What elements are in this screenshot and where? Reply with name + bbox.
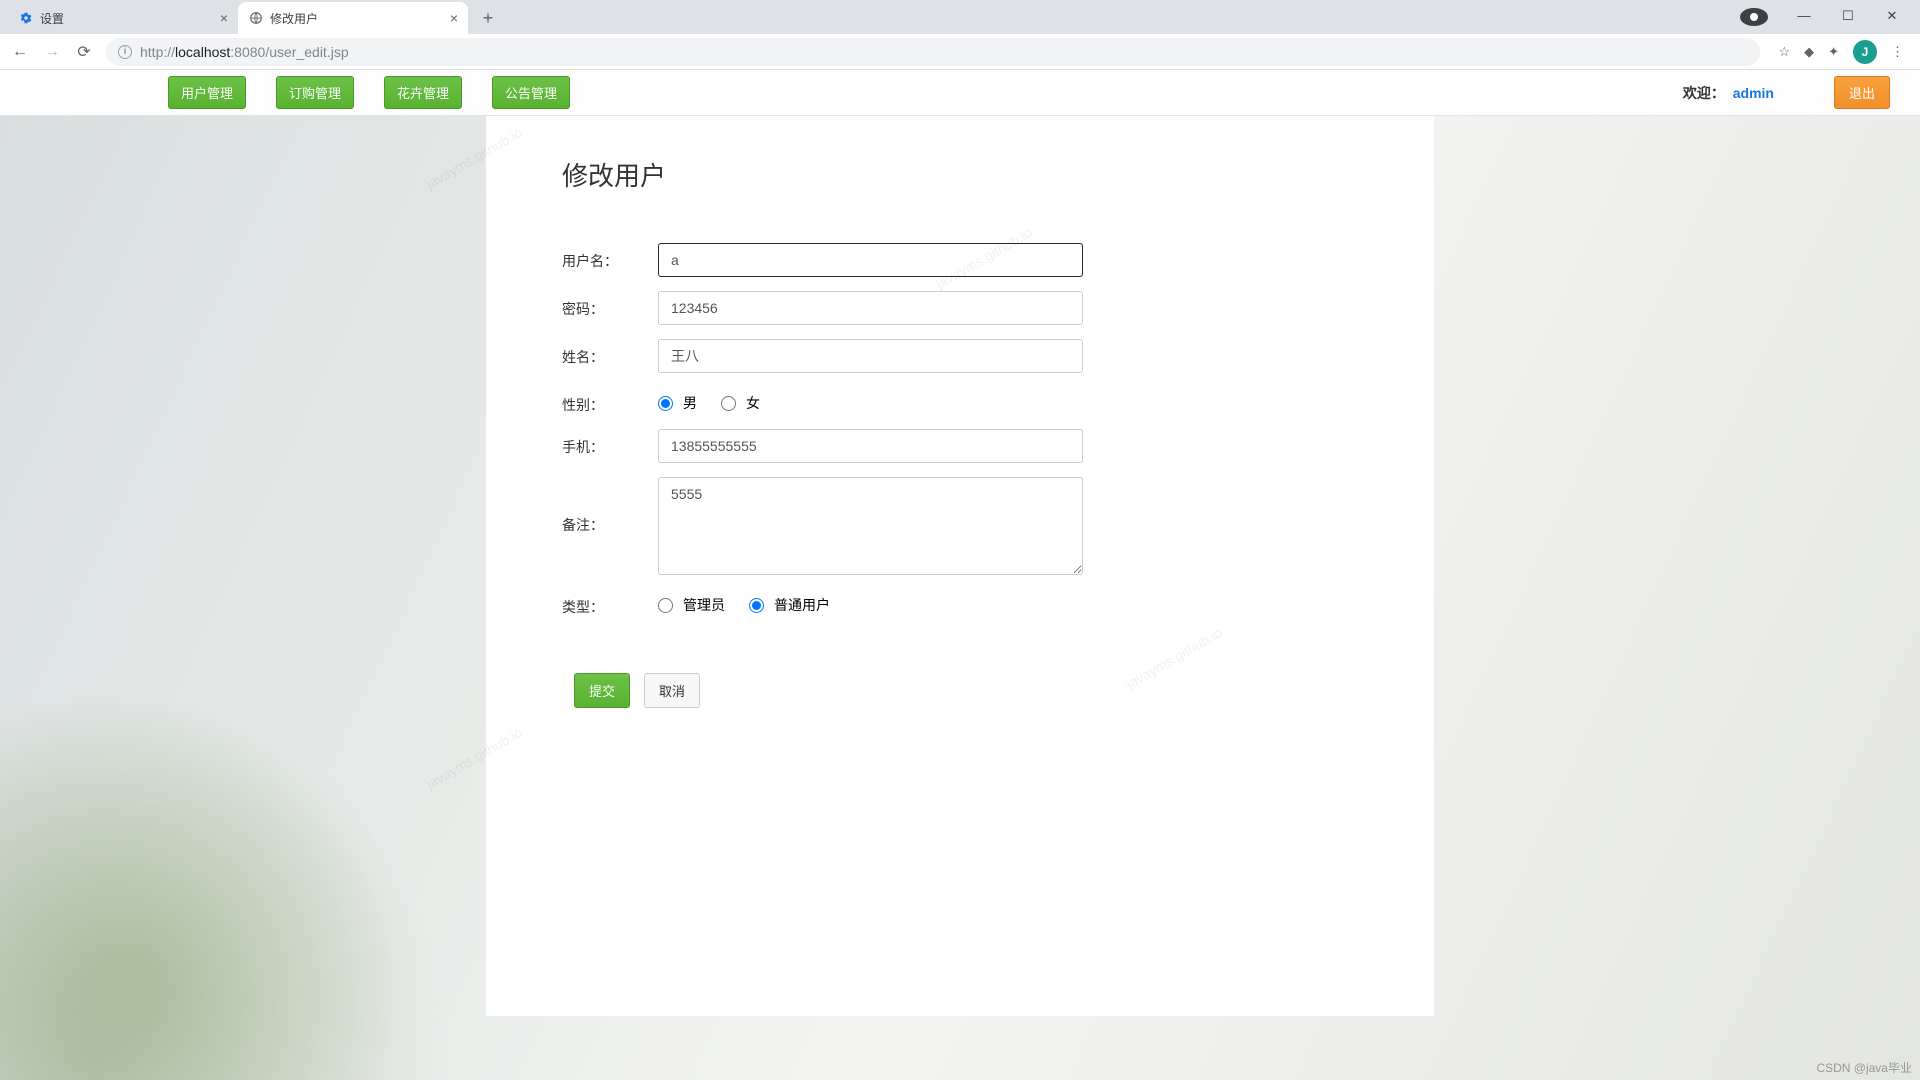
gear-icon — [18, 10, 34, 26]
row-realname: 姓名： — [562, 339, 1358, 373]
new-tab-button[interactable]: + — [474, 4, 502, 32]
nav-order-mgmt[interactable]: 订购管理 — [276, 76, 354, 109]
label-phone: 手机： — [562, 429, 658, 457]
row-password: 密码： — [562, 291, 1358, 325]
footer-watermark: CSDN @java毕业 — [1816, 1059, 1912, 1076]
welcome-text: 欢迎： admin — [1683, 83, 1774, 103]
page-title: 修改用户 — [562, 156, 1358, 193]
row-type: 类型： 管理员 普通用户 — [562, 589, 1358, 617]
globe-icon — [248, 10, 264, 26]
row-gender: 性别： 男 女 — [562, 387, 1358, 415]
url-input[interactable]: i http://localhost:8080/user_edit.jsp — [106, 38, 1760, 66]
welcome-user-link[interactable]: admin — [1733, 85, 1774, 101]
textarea-remark[interactable]: 5555 — [658, 477, 1083, 575]
tab-settings[interactable]: 设置 × — [8, 2, 238, 34]
nav-buttons: 用户管理 订购管理 花卉管理 公告管理 — [168, 76, 570, 109]
logout-button[interactable]: 退出 — [1834, 76, 1890, 109]
tab-edit-user[interactable]: 修改用户 × — [238, 2, 468, 34]
profile-icon[interactable] — [1740, 8, 1768, 26]
maximize-icon[interactable]: ☐ — [1834, 8, 1862, 26]
label-remark: 备注： — [562, 477, 658, 535]
address-bar: ← → ⟳ i http://localhost:8080/user_edit.… — [0, 34, 1920, 70]
nav-user-mgmt[interactable]: 用户管理 — [168, 76, 246, 109]
input-phone[interactable] — [658, 429, 1083, 463]
top-nav-bar: 用户管理 订购管理 花卉管理 公告管理 欢迎： admin 退出 — [0, 70, 1920, 116]
label-admin: 管理员 — [683, 595, 725, 615]
label-type: 类型： — [562, 589, 658, 617]
row-remark: 备注： 5555 — [562, 477, 1358, 575]
forward-icon[interactable]: → — [42, 42, 62, 62]
tab-strip: 设置 × 修改用户 × + — ☐ ✕ — [0, 0, 1920, 34]
back-icon[interactable]: ← — [10, 42, 30, 62]
tab-title: 设置 — [40, 10, 64, 27]
cancel-button[interactable]: 取消 — [644, 673, 700, 708]
star-icon[interactable]: ☆ — [1778, 44, 1790, 60]
gender-options: 男 女 — [658, 387, 774, 413]
browser-window: 设置 × 修改用户 × + — ☐ ✕ ← → ⟳ i http://local… — [0, 0, 1920, 1080]
extension-icon[interactable]: ◆ — [1804, 44, 1814, 60]
label-gender: 性别： — [562, 387, 658, 415]
close-window-icon[interactable]: ✕ — [1878, 8, 1906, 26]
reload-icon[interactable]: ⟳ — [74, 42, 94, 62]
input-password[interactable] — [658, 291, 1083, 325]
label-male: 男 — [683, 393, 697, 413]
toolbar-right: ☆ ◆ ✦ J ⋮ — [1772, 40, 1910, 64]
page-viewport: 用户管理 订购管理 花卉管理 公告管理 欢迎： admin 退出 修改用户 用户… — [0, 70, 1920, 1080]
row-phone: 手机： — [562, 429, 1358, 463]
submit-button[interactable]: 提交 — [574, 673, 630, 708]
input-realname[interactable] — [658, 339, 1083, 373]
action-row: 提交 取消 — [562, 673, 1358, 708]
window-controls: — ☐ ✕ — [1740, 8, 1920, 34]
site-info-icon[interactable]: i — [118, 45, 132, 59]
nav-notice-mgmt[interactable]: 公告管理 — [492, 76, 570, 109]
label-female: 女 — [746, 393, 760, 413]
radio-male[interactable] — [658, 396, 673, 411]
close-icon[interactable]: × — [220, 10, 228, 26]
url-text: http://localhost:8080/user_edit.jsp — [140, 44, 349, 60]
label-realname: 姓名： — [562, 339, 658, 367]
extensions-puzzle-icon[interactable]: ✦ — [1828, 44, 1839, 60]
label-password: 密码： — [562, 291, 658, 319]
nav-flower-mgmt[interactable]: 花卉管理 — [384, 76, 462, 109]
minimize-icon[interactable]: — — [1790, 8, 1818, 26]
label-normal-user: 普通用户 — [774, 595, 830, 615]
tab-title: 修改用户 — [270, 10, 318, 27]
input-username[interactable] — [658, 243, 1083, 277]
menu-icon[interactable]: ⋮ — [1891, 44, 1904, 60]
radio-normal-user[interactable] — [749, 598, 764, 613]
row-username: 用户名： — [562, 243, 1358, 277]
avatar[interactable]: J — [1853, 40, 1877, 64]
close-icon[interactable]: × — [450, 10, 458, 26]
radio-admin[interactable] — [658, 598, 673, 613]
label-username: 用户名： — [562, 243, 658, 271]
type-options: 管理员 普通用户 — [658, 589, 844, 615]
radio-female[interactable] — [721, 396, 736, 411]
content-panel: 修改用户 用户名： 密码： 姓名： 性别： 男 女 手机： — [486, 116, 1434, 1016]
